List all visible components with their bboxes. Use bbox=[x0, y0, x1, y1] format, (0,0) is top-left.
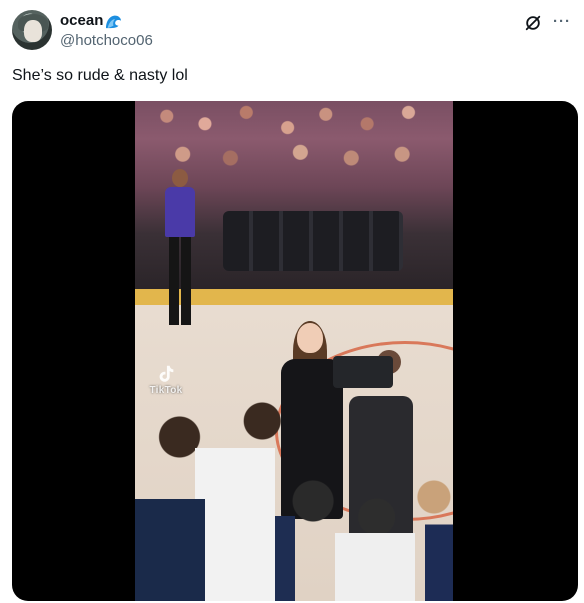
bench-uniforms bbox=[135, 431, 453, 601]
author-display-name[interactable]: ocean bbox=[60, 12, 153, 30]
avatar[interactable] bbox=[12, 10, 52, 50]
referee bbox=[163, 169, 197, 329]
camera bbox=[333, 356, 393, 388]
more-icon[interactable]: ··· bbox=[552, 12, 572, 32]
tiktok-label: TikTok bbox=[149, 385, 183, 396]
tiktok-icon bbox=[159, 365, 174, 382]
author-names: ocean @hotchoco06 bbox=[60, 12, 153, 50]
author-handle[interactable]: @hotchoco06 bbox=[60, 31, 153, 50]
tweet-text: She’s so rude & nasty lol bbox=[12, 67, 188, 84]
player-head bbox=[297, 323, 323, 353]
tweet-header: ocean @hotchoco06 ··· bbox=[12, 10, 572, 54]
grok-icon[interactable] bbox=[524, 14, 542, 32]
video-frame[interactable]: TikTok bbox=[135, 101, 453, 601]
display-name-text[interactable]: ocean bbox=[60, 12, 103, 30]
tiktok-watermark: TikTok bbox=[139, 363, 193, 403]
referee-shirt bbox=[165, 187, 195, 237]
avatar-face bbox=[24, 20, 42, 42]
referee-head bbox=[172, 169, 188, 187]
wave-icon bbox=[106, 15, 122, 28]
referee-legs bbox=[169, 237, 191, 325]
courtside-seats bbox=[223, 211, 403, 271]
video-player[interactable]: TikTok bbox=[12, 101, 578, 601]
